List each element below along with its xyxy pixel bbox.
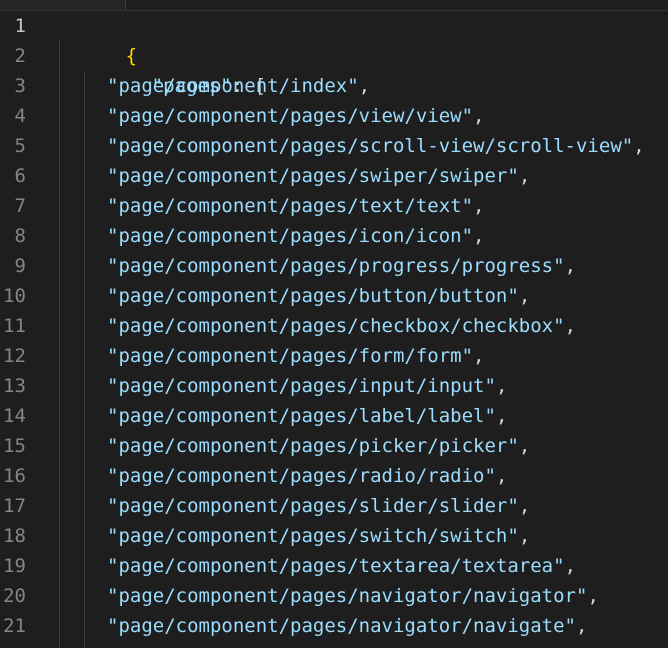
code-line: "page/component/pages/navigator/navigate… [107, 611, 587, 641]
line-number: 19 [3, 555, 26, 577]
code-line: "page/component/pages/icon/icon", [107, 221, 485, 251]
page-path-string: "page/component/pages/form/form" [107, 345, 474, 367]
code-line: "page/component/pages/text/text", [107, 191, 485, 221]
code-line: "page/component/pages/view/view", [107, 101, 485, 131]
comma: , [473, 225, 485, 247]
code-line: "page/component/pages/navigator/navigato… [107, 581, 599, 611]
line-number: 6 [14, 165, 26, 187]
page-path-string: "page/component/pages/navigator/navigate… [107, 615, 576, 637]
line-number: 3 [14, 75, 26, 97]
comma: , [576, 615, 588, 637]
line-number: 4 [14, 105, 26, 127]
page-path-string: "page/component/pages/input/input" [107, 375, 496, 397]
page-path-string: "page/component/pages/swiper/swiper" [107, 165, 519, 187]
page-path-string: "page/component/pages/textarea/textarea" [107, 555, 565, 577]
page-path-string: "page/component/pages/progress/progress" [107, 255, 565, 277]
page-path-string: "page/component/pages/text/text" [107, 195, 474, 217]
comma: , [495, 465, 508, 487]
line-number: 2 [14, 45, 26, 67]
line-number: 9 [14, 255, 26, 277]
comma: , [564, 555, 577, 577]
line-number: 21 [3, 615, 26, 637]
line-number: 5 [14, 135, 26, 157]
comma: , [518, 285, 531, 307]
code-line: "page/component/pages/switch/switch", [107, 521, 530, 551]
code-line: "page/component/pages/input/input", [107, 371, 507, 401]
comma: , [564, 255, 577, 277]
line-number: 12 [3, 345, 26, 367]
comma: , [518, 165, 531, 187]
page-path-string: "page/component/pages/scroll-view/scroll… [107, 135, 634, 157]
code-line: "page/component/pages/progress/progress"… [107, 251, 576, 281]
tab-bar [0, 0, 668, 11]
comma: , [495, 375, 508, 397]
line-number: 13 [3, 375, 26, 397]
line-number: 17 [3, 495, 26, 517]
line-number: 1 [14, 15, 26, 37]
code-line: "page/component/pages/textarea/textarea"… [107, 551, 576, 581]
page-path-string: "page/component/pages/switch/switch" [107, 525, 519, 547]
code-line: "page/component/pages/label/label", [107, 401, 507, 431]
comma: , [633, 135, 645, 157]
page-path-string: "page/component/pages/icon/icon" [107, 225, 474, 247]
code-line: "page/component/pages/form/form", [107, 341, 485, 371]
code-editor[interactable]: 1 2 3 4 5 6 7 8 9 10 11 12 13 14 15 16 17 18 19 20 21 { "pag… [0, 0, 668, 648]
page-path-string: "page/component/pages/navigator/navigato… [107, 585, 588, 607]
comma: , [473, 345, 485, 367]
line-number: 20 [3, 585, 26, 607]
comma: , [518, 435, 531, 457]
line-number: 7 [14, 195, 26, 217]
page-path-string: "page/component/pages/button/button" [107, 285, 519, 307]
code-line: "page/component/pages/checkbox/checkbox"… [107, 311, 576, 341]
page-path-string: "page/component/index" [107, 75, 359, 97]
line-number: 16 [3, 465, 26, 487]
page-path-string: "page/component/pages/slider/slider" [107, 495, 519, 517]
code-line: "page/component/index", [107, 71, 370, 101]
code-line: "page/component/pages/swiper/swiper", [107, 161, 530, 191]
page-path-string: "page/component/pages/radio/radio" [107, 465, 496, 487]
comma: , [518, 525, 531, 547]
comma: , [564, 315, 577, 337]
code-line: "pages": [ [83, 41, 266, 97]
code-line: "page/component/pages/scroll-view/scroll… [107, 131, 645, 161]
code-line: "page/component/pages/radio/radio", [107, 461, 507, 491]
code-line: "page/component/pages/button/button", [107, 281, 530, 311]
line-number: 11 [3, 315, 26, 337]
code-line: "page/component/pages/slider/slider", [107, 491, 530, 521]
page-path-string: "page/component/pages/view/view" [107, 105, 474, 127]
comma: , [587, 585, 599, 607]
editor-tab[interactable] [0, 0, 126, 10]
line-number-gutter: 1 2 3 4 5 6 7 8 9 10 11 12 13 14 15 16 17 18 19 20 21 [0, 11, 42, 648]
line-number: 14 [3, 405, 26, 427]
comma: , [518, 495, 531, 517]
code-line: "page/component/pages/picker/picker", [107, 431, 530, 461]
code-line: { [57, 11, 137, 67]
page-path-string: "page/component/pages/checkbox/checkbox" [107, 315, 565, 337]
page-path-string: "page/component/pages/label/label" [107, 405, 496, 427]
comma: , [495, 405, 508, 427]
code-area[interactable]: { "pages": [ "page/component/index", "pag… [57, 11, 668, 648]
comma: , [473, 195, 485, 217]
line-number: 8 [14, 225, 26, 247]
page-path-string: "page/component/pages/picker/picker" [107, 435, 519, 457]
line-number: 15 [3, 435, 26, 457]
line-number: 10 [3, 285, 26, 307]
comma: , [358, 75, 371, 97]
comma: , [473, 105, 485, 127]
line-number: 18 [3, 525, 26, 547]
